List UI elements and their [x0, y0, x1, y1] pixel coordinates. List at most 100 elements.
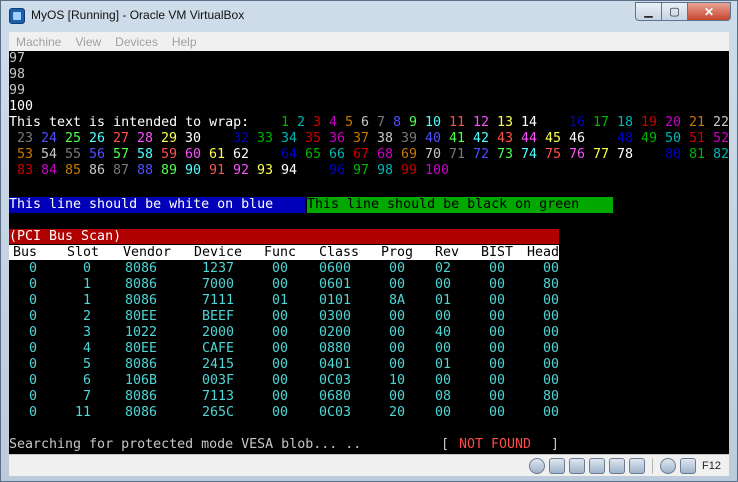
usb-icon[interactable]: [549, 458, 566, 474]
mouse-integration-icon[interactable]: [660, 458, 677, 474]
pci-cell: CAFE: [201, 341, 234, 356]
console-line: 99: [9, 83, 26, 98]
wrap-char: 4: [49, 147, 58, 162]
pci-cell: 1: [82, 277, 91, 292]
pci-cell: 00: [488, 277, 505, 292]
pci-column-bist: BIST: [480, 245, 513, 260]
pci-cell: 7000: [201, 277, 234, 292]
console-line: 98: [9, 67, 26, 82]
pci-cell: 0: [28, 309, 37, 324]
wrap-char: 4: [593, 131, 602, 146]
pci-cell: 00: [542, 405, 559, 420]
pci-cell: 2: [82, 309, 91, 324]
pci-cell: 00: [434, 405, 451, 420]
wrap-char: 1: [217, 131, 226, 146]
close-button[interactable]: ✕: [687, 2, 731, 21]
status-close-bracket: ]: [551, 437, 560, 452]
pci-table-row: 0 1 8086 7111 01 0101 8A 01 00 00: [9, 293, 559, 309]
pci-cell: 1: [82, 293, 91, 308]
wrap-char: 7: [593, 147, 602, 162]
wrap-char: 9: [401, 163, 410, 178]
title-bar[interactable]: MyOS [Running] - Oracle VM VirtualBox ▁ …: [1, 1, 737, 31]
wrap-char: 9: [169, 131, 178, 146]
wrap-char: 6: [257, 147, 266, 162]
pci-cell: 0600: [318, 261, 351, 276]
wrap-char: 8: [689, 147, 698, 162]
pci-table-row: 0 2 80EE BEEF 00 0300 00 00 00 00: [9, 309, 559, 325]
wrap-char: 6: [577, 131, 586, 146]
pci-cell: 0: [28, 405, 37, 420]
wrap-char: 2: [689, 115, 698, 130]
pci-cell: 0601: [318, 277, 351, 292]
pci-column-vendor: Vendor: [122, 245, 171, 260]
wrap-char: 9: [169, 147, 178, 162]
wrap-char: 5: [313, 163, 322, 178]
wrap-char: 3: [281, 131, 290, 146]
wrap-char: 0: [193, 131, 202, 146]
pci-cell: 00: [542, 309, 559, 324]
menu-help[interactable]: Help: [165, 35, 204, 49]
wrap-char: 1: [457, 131, 466, 146]
display-icon[interactable]: [609, 458, 626, 474]
pci-column-header: Bus Slot Vendor Device Func Class Prog Rev BIST H…: [9, 245, 559, 260]
wrap-char: 2: [721, 147, 730, 162]
pci-cell: 0C03: [318, 373, 351, 388]
wrap-char: 1: [425, 163, 434, 178]
wrap-char: 8: [145, 131, 154, 146]
wrap-char: 2: [297, 115, 306, 130]
pci-cell: 01: [434, 293, 451, 308]
wrap-char: 6: [97, 147, 106, 162]
pci-column-class: Class: [318, 245, 359, 260]
wrap-char: 6: [97, 131, 106, 146]
wrap-char: 7: [617, 147, 626, 162]
wrap-char: 2: [665, 115, 674, 130]
minimize-button[interactable]: ▁: [635, 2, 661, 21]
wrap-char: 3: [377, 131, 386, 146]
cdrom-icon[interactable]: [529, 458, 546, 474]
pci-table-row: 0 7 8086 7113 00 0680 00 08 00 80: [9, 389, 559, 405]
pci-cell: 00: [271, 261, 288, 276]
pci-cell: 00: [388, 325, 405, 340]
wrap-char: 3: [313, 115, 322, 130]
shared-folder-icon[interactable]: [589, 458, 606, 474]
wrap-char: 2: [89, 131, 98, 146]
host-key-icon[interactable]: [680, 458, 697, 474]
wrap-char: 1: [217, 163, 226, 178]
network-icon[interactable]: [569, 458, 586, 474]
wrap-char: 1: [617, 115, 626, 130]
maximize-button[interactable]: ▢: [661, 2, 687, 21]
wrap-char: 5: [65, 147, 74, 162]
pci-cell: 0880: [318, 341, 351, 356]
wrap-char: 1: [449, 115, 458, 130]
pci-cell: 1022: [124, 325, 157, 340]
menu-machine[interactable]: Machine: [9, 35, 68, 49]
menu-view[interactable]: View: [68, 35, 108, 49]
wrap-char: 4: [545, 131, 554, 146]
pci-cell: 00: [388, 277, 405, 292]
wrap-char: 9: [649, 131, 658, 146]
pci-cell: 00: [488, 357, 505, 372]
pci-cell: 265C: [201, 405, 234, 420]
wrap-char: 9: [409, 163, 418, 178]
wrap-char: 5: [113, 147, 122, 162]
pci-cell: 00: [488, 309, 505, 324]
wrap-char: 2: [721, 131, 730, 146]
vrde-icon[interactable]: [629, 458, 646, 474]
guest-display[interactable]: 97 98 99 100 This text is intended to wr…: [9, 51, 729, 454]
wrap-char: 2: [17, 131, 26, 146]
wrap-char: 5: [73, 147, 82, 162]
wrap-char: 8: [17, 163, 26, 178]
pci-cell: 0401: [318, 357, 351, 372]
pci-column-slot: Slot: [66, 245, 99, 260]
pci-cell: 2415: [201, 357, 234, 372]
pci-cell: 0: [28, 373, 37, 388]
pci-cell: 8086: [124, 277, 157, 292]
wrap-char: 6: [281, 147, 290, 162]
wrap-char: 6: [209, 147, 218, 162]
wrap-char: 7: [361, 147, 370, 162]
menu-devices[interactable]: Devices: [108, 35, 165, 49]
wrap-char: 4: [497, 131, 506, 146]
pci-cell: 00: [542, 293, 559, 308]
wrap-char: 5: [161, 147, 170, 162]
wrap-char: 3: [329, 131, 338, 146]
